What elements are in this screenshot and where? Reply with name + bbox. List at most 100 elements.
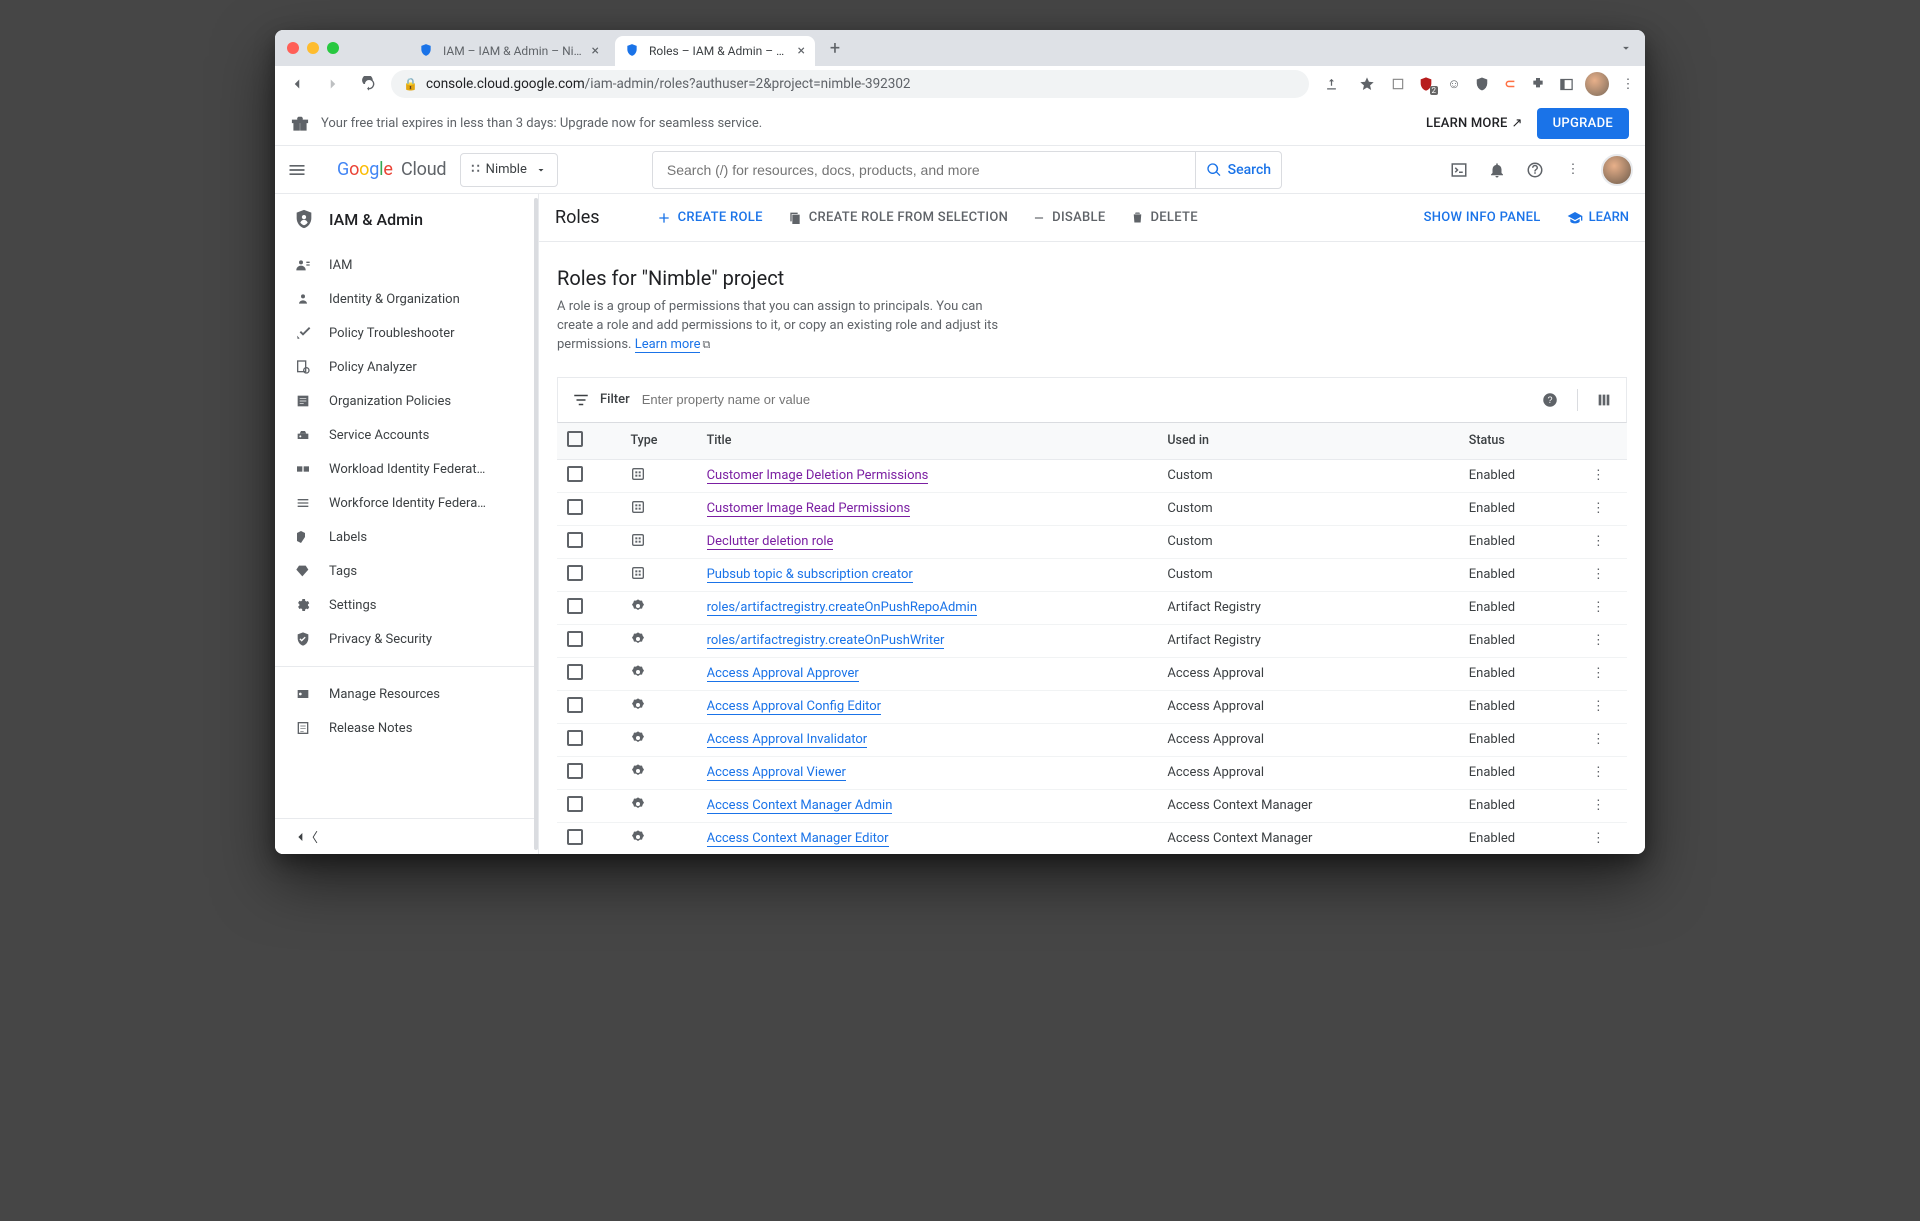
row-checkbox[interactable]: [567, 598, 583, 614]
column-header-used-in[interactable]: Used in: [1157, 423, 1458, 460]
extension-icon[interactable]: [1389, 75, 1407, 93]
create-from-selection-button[interactable]: CREATE ROLE FROM SELECTION: [779, 204, 1016, 232]
sidebar-item[interactable]: Workload Identity Federat…: [275, 452, 538, 486]
column-header-status[interactable]: Status: [1459, 423, 1570, 460]
window-minimize-icon[interactable]: [307, 42, 319, 54]
row-actions-button[interactable]: ⋮: [1570, 690, 1627, 723]
row-actions-button[interactable]: ⋮: [1570, 624, 1627, 657]
role-title-link[interactable]: Access Approval Viewer: [707, 765, 846, 781]
row-checkbox[interactable]: [567, 565, 583, 581]
more-button[interactable]: ⋮: [1563, 160, 1583, 180]
delete-button[interactable]: DELETE: [1122, 204, 1206, 231]
row-checkbox[interactable]: [567, 730, 583, 746]
tab-overflow-button[interactable]: [1619, 41, 1633, 55]
browser-reload-button[interactable]: [355, 70, 383, 98]
upgrade-button[interactable]: UPGRADE: [1537, 108, 1629, 139]
row-actions-button[interactable]: ⋮: [1570, 558, 1627, 591]
google-cloud-logo[interactable]: Google Cloud: [337, 159, 446, 180]
role-title-link[interactable]: Declutter deletion role: [707, 534, 834, 550]
column-picker-button[interactable]: [1596, 392, 1612, 408]
browser-back-button[interactable]: [283, 70, 311, 98]
column-header-type[interactable]: Type: [620, 423, 696, 460]
role-title-link[interactable]: Access Approval Config Editor: [707, 699, 881, 715]
row-actions-button[interactable]: ⋮: [1570, 822, 1627, 854]
row-checkbox[interactable]: [567, 763, 583, 779]
bookmark-button[interactable]: [1353, 70, 1381, 98]
project-selector[interactable]: ∷ Nimble: [460, 153, 557, 187]
sidebar-item[interactable]: IAM: [275, 248, 538, 282]
role-title-link[interactable]: Access Approval Invalidator: [707, 732, 868, 748]
browser-tab[interactable]: IAM – IAM & Admin – Nimble … ×: [409, 36, 609, 66]
column-header-title[interactable]: Title: [697, 423, 1158, 460]
row-actions-button[interactable]: ⋮: [1570, 525, 1627, 558]
share-button[interactable]: [1317, 70, 1345, 98]
tab-close-button[interactable]: ×: [798, 44, 805, 58]
filter-input[interactable]: [640, 391, 1531, 408]
sidebar-item[interactable]: Labels: [275, 520, 538, 554]
select-all-checkbox[interactable]: [567, 431, 583, 447]
role-title-link[interactable]: Access Context Manager Editor: [707, 831, 889, 847]
row-actions-button[interactable]: ⋮: [1570, 723, 1627, 756]
address-field[interactable]: 🔒 console.cloud.google.com/iam-admin/rol…: [391, 70, 1309, 98]
sidebar-item[interactable]: Release Notes: [275, 711, 538, 745]
cloud-shell-button[interactable]: [1449, 160, 1469, 180]
browser-forward-button[interactable]: [319, 70, 347, 98]
row-actions-button[interactable]: ⋮: [1570, 591, 1627, 624]
extension-icon[interactable]: [1473, 75, 1491, 93]
sidebar-item[interactable]: Tags: [275, 554, 538, 588]
ublock-icon[interactable]: 2: [1417, 75, 1435, 93]
sidebar-item[interactable]: Organization Policies: [275, 384, 538, 418]
new-tab-button[interactable]: +: [821, 34, 849, 62]
learn-button[interactable]: LEARN: [1567, 210, 1629, 226]
disable-button[interactable]: DISABLE: [1024, 204, 1113, 231]
browser-tab[interactable]: Roles – IAM & Admin – Nimble… ×: [615, 36, 815, 66]
side-panel-icon[interactable]: [1557, 75, 1575, 93]
account-avatar[interactable]: [1601, 154, 1633, 186]
role-title-link[interactable]: roles/artifactregistry.createOnPushRepoA…: [707, 600, 977, 616]
sidebar-collapse-button[interactable]: 〈: [275, 818, 538, 854]
extension-icon[interactable]: ⊂: [1501, 75, 1519, 93]
filter-help-button[interactable]: ?: [1541, 391, 1559, 409]
role-title-link[interactable]: Customer Image Read Permissions: [707, 501, 911, 517]
sidebar-item[interactable]: Manage Resources: [275, 677, 538, 711]
notifications-button[interactable]: [1487, 160, 1507, 180]
sidebar-item[interactable]: Settings: [275, 588, 538, 622]
role-title-link[interactable]: Access Context Manager Admin: [707, 798, 893, 814]
window-zoom-icon[interactable]: [327, 42, 339, 54]
row-checkbox[interactable]: [567, 697, 583, 713]
row-checkbox[interactable]: [567, 631, 583, 647]
help-button[interactable]: [1525, 160, 1545, 180]
sidebar-item[interactable]: Policy Analyzer: [275, 350, 538, 384]
row-checkbox[interactable]: [567, 466, 583, 482]
row-checkbox[interactable]: [567, 664, 583, 680]
role-title-link[interactable]: Customer Image Deletion Permissions: [707, 468, 929, 484]
sidebar-item[interactable]: Privacy & Security: [275, 622, 538, 656]
sidebar-item[interactable]: Policy Troubleshooter: [275, 316, 538, 350]
extensions-menu-icon[interactable]: [1529, 75, 1547, 93]
row-checkbox[interactable]: [567, 796, 583, 812]
row-actions-button[interactable]: ⋮: [1570, 756, 1627, 789]
role-title-link[interactable]: Pubsub topic & subscription creator: [707, 567, 913, 583]
row-checkbox[interactable]: [567, 532, 583, 548]
show-info-panel-button[interactable]: SHOW INFO PANEL: [1416, 204, 1549, 231]
row-actions-button[interactable]: ⋮: [1570, 657, 1627, 690]
chrome-menu-button[interactable]: ⋮: [1619, 75, 1637, 93]
tab-close-button[interactable]: ×: [592, 44, 599, 58]
row-checkbox[interactable]: [567, 499, 583, 515]
role-title-link[interactable]: Access Approval Approver: [707, 666, 859, 682]
nav-menu-button[interactable]: [287, 160, 323, 180]
sidebar-item[interactable]: Identity & Organization: [275, 282, 538, 316]
row-actions-button[interactable]: ⋮: [1570, 789, 1627, 822]
sidebar-item[interactable]: Workforce Identity Federa…: [275, 486, 538, 520]
search-button[interactable]: Search: [1195, 152, 1281, 188]
create-role-button[interactable]: CREATE ROLE: [648, 204, 771, 232]
search-input[interactable]: [653, 152, 1195, 188]
extension-icon[interactable]: ☺: [1445, 75, 1463, 93]
window-close-icon[interactable]: [287, 42, 299, 54]
browser-profile-avatar[interactable]: [1585, 72, 1609, 96]
row-actions-button[interactable]: ⋮: [1570, 492, 1627, 525]
row-checkbox[interactable]: [567, 829, 583, 845]
learn-more-button[interactable]: LEARN MORE ↗: [1426, 116, 1523, 131]
learn-more-link[interactable]: Learn more: [635, 337, 701, 353]
row-actions-button[interactable]: ⋮: [1570, 459, 1627, 492]
